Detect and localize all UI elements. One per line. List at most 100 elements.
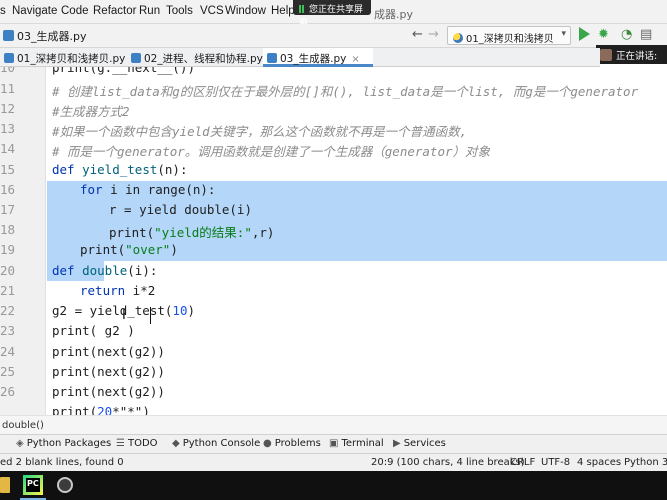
code-text: print( [52,404,98,415]
code-comment: #如果一个函数中包含yield关键字，那么这个函数就不再是一个普通函数, [52,124,468,139]
window-title-file: 成器.py [374,8,413,21]
tool-todo[interactable]: ☰ TODO [116,438,158,449]
tool-label: Terminal [341,438,384,449]
line-number: 26 [0,384,16,399]
code-text: print( [109,225,155,240]
tab-deep-copy[interactable]: 01_深拷贝和浅拷贝.py× [0,48,139,67]
code-keyword: def [52,263,75,278]
editor-tab-bar: 01_深拷贝和浅拷贝.py× 02_进程、线程和协程.py× 03_生成器.py… [0,48,600,67]
code-number: 20 [97,404,113,415]
tool-python-console[interactable]: ◆ Python Console [172,438,260,449]
terminal-icon: ▣ [329,438,339,449]
code-line: def yield_test(n): [52,162,187,177]
menu-help[interactable]: Help [271,5,295,17]
speaker-indicator: 正在讲话: [596,45,667,64]
file-encoding[interactable]: UTF-8 [541,457,570,468]
status-bar: ed 2 blank lines, found 0 20:9 (100 char… [0,453,667,471]
line-number: 19 [0,242,16,257]
tool-problems[interactable]: ● Problems [263,438,321,449]
tab-label: 02_进程、线程和协程.py [144,53,263,65]
tab-label: 03_生成器.py [280,53,347,65]
close-icon[interactable]: × [351,54,359,65]
menu-run[interactable]: Run [139,5,160,17]
code-text: ,r) [251,225,275,240]
line-number: 13 [0,121,16,136]
pycharm-label: PC [26,478,40,492]
code-comment: #生成器方式2 [52,104,130,119]
menu-navigate[interactable]: Navigate [12,5,57,17]
code-text: print( [80,242,126,257]
speaker-label: 正在讲话: [616,51,658,62]
line-number: 14 [0,141,16,156]
tab-generator[interactable]: 03_生成器.py × [263,48,373,67]
python-file-icon [267,53,277,63]
code-text: *"*") [112,404,150,415]
code-line: return i*2 [80,283,155,298]
code-text: (i): [127,263,158,278]
python-file-icon [131,53,141,63]
run-configuration-select[interactable]: 01_深拷贝和浅拷贝 ▾ [447,26,571,45]
services-icon: ▶ [393,438,401,449]
code-line: print(next(g2)) [52,344,165,359]
code-text: (n): [157,162,188,177]
code-line: print( g2 ) [52,323,135,338]
line-separator[interactable]: CRLF [510,457,535,468]
code-function-name: yield_test [82,162,158,177]
line-number: 18 [0,222,16,237]
code-line: for i in range(n): [80,182,215,197]
tool-terminal[interactable]: ▣ Terminal [329,438,384,449]
indent-setting[interactable]: 4 spaces [577,457,621,468]
screen-share-indicator[interactable]: 您正在共享屏幕 [293,0,371,28]
code-editor[interactable]: 10 11 12 13 14 15 16 17 18 19 20 21 22 2… [0,67,667,415]
debug-icon[interactable]: ✹ [598,27,609,42]
code-text: ) [170,242,178,257]
line-number: 21 [0,283,16,298]
code-breadcrumb[interactable]: double() [2,420,44,431]
line-number: 20 [0,263,16,278]
line-number: 11 [0,81,16,96]
tool-window-bar: ◈ Python Packages ☰ TODO ◆ Python Console ●… [0,434,667,453]
back-arrow-icon[interactable]: ← [412,27,426,42]
python-file-icon [4,53,14,63]
code-line: def double(i): [52,263,157,278]
menu-refactor[interactable]: Refactor [93,5,136,17]
coverage-icon[interactable]: ◔ [621,27,632,42]
code-line: print(g.__next__()) [52,67,195,75]
signal-icon [299,5,305,13]
menu-bar: s Navigate Code Refactor Run Tools VCS W… [0,0,667,28]
tool-python-packages[interactable]: ◈ Python Packages [16,438,111,449]
tab-processes[interactable]: 02_进程、线程和协程.py× [127,48,276,67]
code-string: "yield的结果:" [154,225,252,240]
run-configuration-label: 01_深拷贝和浅拷贝 [466,34,554,45]
more-actions-icon[interactable]: ▤ [640,27,652,42]
menu-window[interactable]: Window [225,5,266,17]
file-explorer-icon[interactable] [0,477,10,493]
code-line: print(next(g2)) [52,364,165,379]
line-number: 12 [0,101,16,116]
pycharm-icon[interactable]: PC [23,475,43,495]
navigation-breadcrumb[interactable]: 03_生成器.py [3,28,87,44]
code-text: i in range(n): [102,182,216,197]
tool-services[interactable]: ▶ Services [393,438,446,449]
interpreter[interactable]: Python 3.1 [624,457,667,468]
code-function-name: double [82,263,128,278]
code-comment: # 而是一个generator。调用函数就是创建了一个生成器（generator… [52,144,491,159]
problems-icon: ● [263,438,272,449]
run-icon[interactable] [579,27,590,41]
code-breadcrumb-bar: double() [0,415,667,434]
line-number: 10 [0,67,16,75]
code-keyword: return [80,283,126,298]
tool-label: Python Packages [26,438,112,449]
browser-icon[interactable] [57,477,73,493]
python-file-icon [3,30,14,41]
tool-label: TODO [127,438,158,449]
menu-vcs[interactable]: VCS [200,5,224,17]
caret-position[interactable]: 20:9 (100 chars, 4 line breaks) [371,457,525,468]
menu-code[interactable]: Code [61,5,89,17]
forward-arrow-icon[interactable]: → [428,27,442,42]
code-comment: # 创建list_data和g的区别仅在于最外层的[]和(), list_dat… [52,84,639,99]
packages-icon: ◈ [16,438,24,449]
menu-analyze[interactable]: s [0,5,6,17]
code-text: i*2 [125,283,156,298]
menu-tools[interactable]: Tools [166,5,193,17]
